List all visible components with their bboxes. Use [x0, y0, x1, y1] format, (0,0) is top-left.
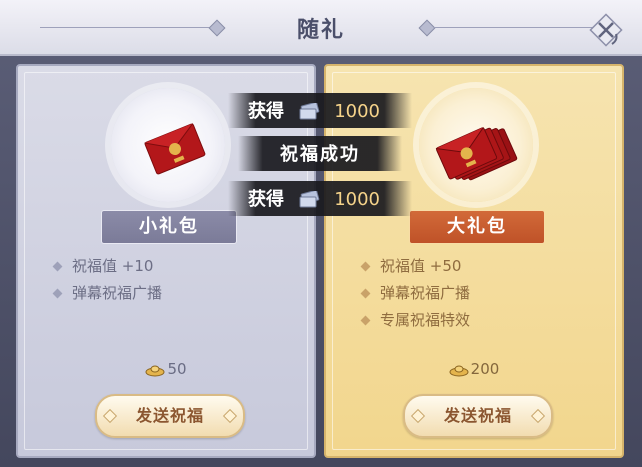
gain-amount: 1000 [334, 101, 380, 122]
feature-item: 弹幕祝福广播 [360, 280, 470, 307]
red-envelope-stack-icon [435, 127, 518, 181]
feature-text: 专属祝福特效 [380, 311, 471, 329]
feature-item: 弹幕祝福广播 [52, 280, 162, 307]
button-ornament-left [410, 408, 426, 424]
feature-item: 祝福值 +10 [52, 253, 162, 280]
gain-amount: 1000 [334, 189, 380, 210]
button-ornament-right [530, 408, 546, 424]
button-ornament-left [102, 408, 118, 424]
feature-text: 祝福值 +10 [72, 257, 154, 275]
title-bar: 随礼 [0, 0, 642, 56]
close-button[interactable] [586, 10, 626, 50]
price-value: 50 [167, 360, 187, 378]
gift-price: 200 [326, 360, 622, 378]
button-label: 发送祝福 [135, 406, 204, 425]
send-blessing-button[interactable]: 发送祝福 [403, 394, 553, 438]
feature-text: 弹幕祝福广播 [380, 284, 471, 302]
feature-text: 祝福值 +50 [380, 257, 462, 275]
feature-item: 祝福值 +50 [360, 253, 470, 280]
close-icon [589, 13, 623, 47]
bullet-diamond-icon [52, 288, 63, 299]
gain-label: 获得 [248, 101, 284, 122]
gold-ingot-icon [449, 365, 469, 376]
button-ornament-right [222, 408, 238, 424]
title-divider-right [434, 27, 604, 28]
dialog-title: 随礼 [296, 17, 345, 43]
price-value: 200 [470, 360, 500, 378]
gift-name-tag: 大礼包 [409, 210, 545, 244]
bullet-diamond-icon [360, 288, 371, 299]
gain-toast-bottom: 获得 1000 [228, 181, 412, 216]
gift-name-tag: 小礼包 [101, 210, 237, 244]
bullet-diamond-icon [360, 315, 371, 326]
button-label: 发送祝福 [443, 406, 512, 425]
red-envelope-icon [144, 123, 206, 175]
feature-list: 祝福值 +10 弹幕祝福广播 [52, 253, 162, 307]
bullet-diamond-icon [52, 261, 63, 272]
silver-notes-icon [299, 190, 320, 207]
success-toast: 祝福成功 [238, 136, 402, 171]
gift-price: 50 [18, 360, 314, 378]
feature-text: 弹幕祝福广播 [72, 284, 163, 302]
send-blessing-button[interactable]: 发送祝福 [95, 394, 245, 438]
feature-item: 专属祝福特效 [360, 307, 470, 334]
silver-notes-icon [299, 102, 320, 119]
gold-ingot-icon [145, 365, 165, 376]
success-text: 祝福成功 [280, 144, 360, 165]
gift-dialog: 随礼 小礼包 祝福值 +10 弹幕祝福广播 50 发送祝福 大礼包 祝福值 +5… [0, 0, 642, 467]
bullet-diamond-icon [360, 261, 371, 272]
gain-toast-top: 获得 1000 [228, 93, 412, 128]
gain-label: 获得 [248, 189, 284, 210]
feature-list: 祝福值 +50 弹幕祝福广播 专属祝福特效 [360, 253, 470, 334]
